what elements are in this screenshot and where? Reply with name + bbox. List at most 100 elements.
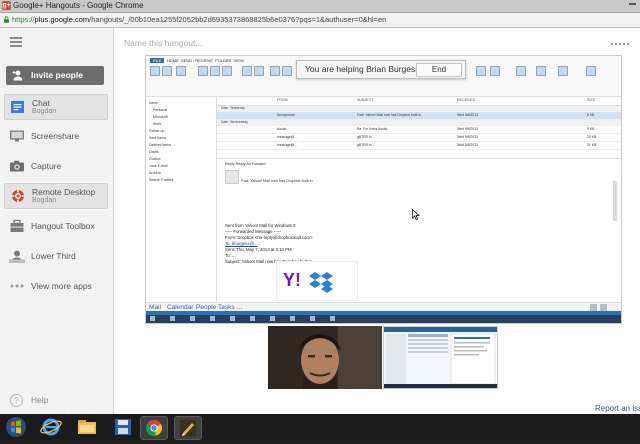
- ribbon-tab[interactable]: HOME: [167, 58, 179, 63]
- ribbon-icon[interactable]: [536, 66, 546, 76]
- ribbon-tab[interactable]: SEND / RECEIVE: [181, 58, 213, 63]
- ribbon-icon[interactable]: [222, 66, 232, 76]
- sidebar-item-remote-desktop[interactable]: Remote Desktop Bogdan: [4, 183, 108, 209]
- ribbon-icon[interactable]: [586, 66, 596, 76]
- folder-item[interactable]: Microsoft: [153, 115, 168, 119]
- taskbar-chrome-icon[interactable]: [140, 416, 168, 440]
- ribbon-icon[interactable]: [210, 66, 220, 76]
- folder-item[interactable]: Deleted Items: [149, 143, 171, 147]
- taskbar-save-icon[interactable]: [110, 416, 136, 438]
- folder-item[interactable]: Inbox: [149, 101, 158, 105]
- sidebar-item-view-more-apps[interactable]: View more apps: [4, 274, 106, 298]
- reading-actions[interactable]: Reply Reply All Forward: [225, 162, 266, 166]
- ribbon-icon[interactable]: [270, 66, 280, 76]
- participant-video[interactable]: [268, 326, 382, 389]
- message-row[interactable]: Anonymous Fwd: Yahoo! Mail now has Dropbo…: [217, 112, 621, 120]
- more-options-icon[interactable]: [611, 43, 631, 45]
- ribbon-icon[interactable]: [176, 66, 186, 76]
- sidebar-item-label: Capture: [31, 161, 62, 171]
- shared-screen-thumbnail[interactable]: [383, 326, 498, 389]
- folder-item[interactable]: Personal: [153, 108, 167, 112]
- folder-icon: [78, 420, 96, 434]
- folder-item[interactable]: Archive: [149, 171, 161, 175]
- address-bar[interactable]: https://plus.google.com/hangouts/_/00b10…: [0, 13, 640, 28]
- reading-body-line: Sent from Yahoo! Mail for Windows 8: [225, 223, 296, 228]
- column-header[interactable]: FROM: [277, 98, 288, 102]
- reading-view-icon[interactable]: [600, 304, 607, 311]
- pen-tool-icon: [180, 420, 196, 436]
- sidebar-item-label: Hangout Toolbox: [31, 221, 95, 231]
- folder-item[interactable]: Junk E-mail: [149, 164, 168, 168]
- reading-body-line[interactable]: To: bburgess@...: [225, 241, 258, 246]
- taskbar-explorer-icon[interactable]: [74, 416, 100, 438]
- ribbon-tabs: FILE HOME SEND / RECEIVE FOLDER VIEW: [150, 58, 244, 63]
- ribbon-icon[interactable]: [162, 66, 172, 76]
- windows-start-icon[interactable]: [4, 416, 28, 438]
- column-header[interactable]: SIZE: [587, 98, 595, 102]
- normal-view-icon[interactable]: [590, 304, 597, 311]
- sidebar-item-label: Remote Desktop: [32, 187, 96, 197]
- folder-item[interactable]: Follow up: [149, 129, 164, 133]
- folder-pane: Inbox Personal Microsoft Work Follow up …: [146, 97, 217, 302]
- monitor-icon: [10, 130, 24, 142]
- url-text[interactable]: https://plus.google.com/hangouts/_/00b10…: [12, 13, 386, 27]
- dropbox-logo-icon: [309, 272, 333, 293]
- column-header[interactable]: RECEIVED: [457, 98, 475, 102]
- ribbon-icon[interactable]: [198, 66, 208, 76]
- sidebar-item-hangout-toolbox[interactable]: Hangout Toolbox: [4, 214, 106, 238]
- chrome-browser-icon: [145, 420, 163, 436]
- ribbon-icon[interactable]: [476, 66, 486, 76]
- hangout-name-input[interactable]: Name this hangout...: [124, 38, 202, 48]
- toolbox-icon: [10, 219, 24, 232]
- message-row[interactable]: Austin Re: For Keira Austin Wed 5/8/2013 9…: [217, 126, 621, 134]
- minimize-icon[interactable]: [629, 3, 636, 5]
- remote-taskbar: [146, 315, 621, 323]
- ribbon-icon[interactable]: [516, 66, 526, 76]
- column-header[interactable]: SUBJECT: [357, 98, 373, 102]
- sidebar-item-sublabel: Bogdan: [32, 197, 57, 204]
- internet-explorer-icon: [40, 418, 62, 436]
- taskbar-app-icon[interactable]: [174, 416, 202, 440]
- ribbon-icon[interactable]: [150, 66, 160, 76]
- ribbon-icon[interactable]: [490, 66, 500, 76]
- taskbar-ie-icon[interactable]: [38, 416, 64, 438]
- message-list-header: FROM SUBJECT RECEIVED SIZE: [217, 97, 621, 106]
- reading-body-line: To: ...: [225, 253, 236, 258]
- remote-desktop-screen[interactable]: FILE HOME SEND / RECEIVE FOLDER VIEW You…: [145, 55, 622, 324]
- menu-icon[interactable]: [10, 37, 22, 47]
- folder-item[interactable]: Search Folders: [149, 178, 173, 182]
- sidebar-item-label: Screenshare: [31, 131, 80, 141]
- ribbon-tab[interactable]: FOLDER: [215, 58, 231, 63]
- sidebar-item-lower-third[interactable]: Lower Third: [4, 244, 106, 268]
- reading-body-line: From: Dropbox <no-reply@dropboxmail.com>: [225, 235, 313, 240]
- ribbon-icon[interactable]: [282, 66, 292, 76]
- person-silhouette-icon: [9, 250, 25, 263]
- folder-item[interactable]: Work: [153, 122, 161, 126]
- report-issue-link[interactable]: Report an iss: [595, 404, 640, 413]
- sidebar-item-chat[interactable]: Chat Bogdan: [4, 94, 108, 120]
- folder-item[interactable]: Outbox: [149, 157, 161, 161]
- ribbon-icon[interactable]: [242, 66, 252, 76]
- message-row[interactable]: message@... gBTER in ... Wed 5/8/2013 21 K…: [217, 142, 621, 150]
- sidebar-item-screenshare[interactable]: Screenshare: [4, 124, 106, 148]
- message-row[interactable]: message@... gBTER in ... Wed 5/8/2013 20 K…: [217, 134, 621, 142]
- folder-item[interactable]: Sent Items: [149, 136, 166, 140]
- url-path: /hangouts/_/00b10ea1255f2052bb2d69353738…: [89, 15, 387, 24]
- help-icon[interactable]: ?: [10, 394, 23, 407]
- reading-body-line: ----- Forwarded Message -----: [225, 229, 281, 234]
- ribbon-icon[interactable]: [558, 66, 568, 76]
- invite-people-button[interactable]: Invite people: [6, 66, 104, 85]
- help-link[interactable]: Help: [31, 395, 48, 405]
- sidebar-item-capture[interactable]: Capture: [4, 154, 106, 178]
- message-list: FROM SUBJECT RECEIVED SIZE Date: Yesterd…: [217, 97, 621, 157]
- folder-item[interactable]: Drafts: [149, 150, 159, 154]
- remote-assist-bar: You are helping Brian Burgess End: [296, 60, 466, 79]
- sidebar-item-label: View more apps: [31, 281, 92, 291]
- ribbon-tab[interactable]: FILE: [150, 58, 165, 63]
- reading-subject: Fwd: Yahoo! Mail now has Dropbox built i…: [241, 179, 313, 183]
- ribbon-tab[interactable]: VIEW: [234, 58, 244, 63]
- browser-title-bar: g+ Google+ Hangouts - Google Chrome: [0, 0, 640, 13]
- end-session-button[interactable]: End: [416, 63, 462, 77]
- ribbon-icon[interactable]: [254, 66, 264, 76]
- reading-scrollbar[interactable]: [613, 181, 617, 221]
